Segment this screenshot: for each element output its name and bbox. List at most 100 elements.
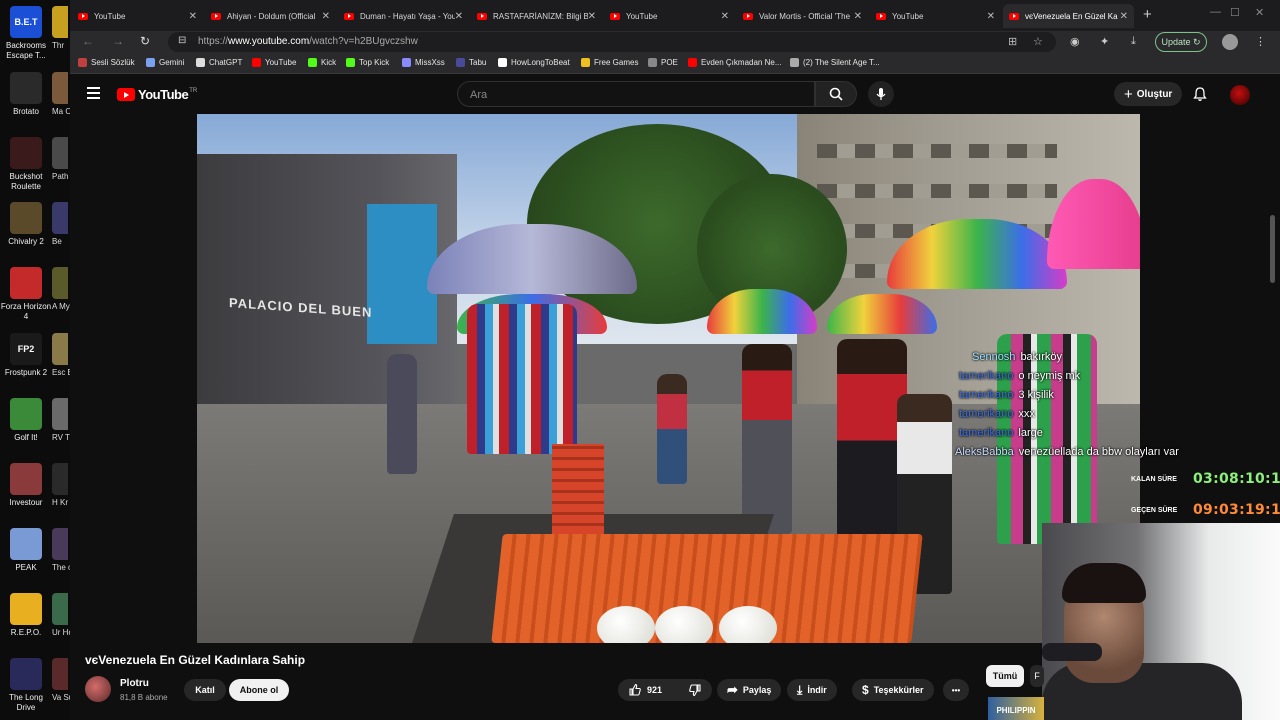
bookmark-item[interactable]: ChatGPT bbox=[196, 58, 242, 67]
browser-tab[interactable]: YouTube ✕ bbox=[72, 4, 203, 28]
more-actions-button[interactable]: ••• bbox=[943, 679, 969, 701]
desktop-icon[interactable]: The Long Drive bbox=[0, 658, 52, 713]
bookmark-favicon-icon bbox=[790, 58, 799, 67]
tab-close-icon[interactable]: ✕ bbox=[322, 11, 330, 22]
browser-tab[interactable]: Valor Mortis - Official 'The ✕ bbox=[737, 4, 868, 28]
download-icon[interactable]: ⤓ bbox=[1131, 35, 1136, 48]
desktop-icon[interactable]: Buckshot Roulette bbox=[0, 137, 52, 192]
tab-label: Duman - Hayatı Yaşa - You bbox=[360, 11, 455, 21]
desktop-icon-label: Chivalry 2 bbox=[8, 237, 44, 246]
browser-tab[interactable]: RASTAFARİANİZM: Bilgi B ✕ bbox=[471, 4, 602, 28]
extension-gamepad-icon[interactable]: ◉ bbox=[1070, 35, 1080, 48]
search-button[interactable] bbox=[815, 81, 857, 107]
bookmark-item[interactable]: POE bbox=[648, 58, 678, 67]
chat-message: tamerikano o neymiş mk bbox=[959, 370, 1080, 382]
youtube-favicon-icon bbox=[78, 12, 88, 20]
bookmark-item[interactable]: Evden Çıkmadan Ne... bbox=[688, 58, 781, 67]
share-button[interactable]: ➦ Paylaş bbox=[717, 679, 782, 701]
desktop-icon[interactable]: B.E.T Backrooms Escape T... bbox=[0, 6, 52, 61]
account-avatar[interactable] bbox=[1230, 85, 1250, 105]
desktop-icon[interactable]: PEAK bbox=[0, 528, 52, 573]
browser-tab[interactable]: YouTube ✕ bbox=[604, 4, 735, 28]
bookmark-item[interactable]: (2) The Silent Age T... bbox=[790, 58, 880, 67]
update-button[interactable]: Update ↻ bbox=[1155, 32, 1207, 52]
bookmark-item[interactable]: Kick bbox=[308, 58, 336, 67]
chat-text: bakırköy bbox=[1020, 351, 1063, 363]
page-scrollbar[interactable] bbox=[1270, 215, 1275, 283]
share-icon: ➦ bbox=[727, 682, 738, 697]
tab-close-icon[interactable]: ✕ bbox=[1120, 11, 1128, 22]
thumbs-down-icon bbox=[689, 684, 701, 697]
like-button[interactable]: 921 bbox=[628, 683, 662, 697]
tab-close-icon[interactable]: ✕ bbox=[455, 11, 463, 22]
recommended-thumbnail[interactable]: PHILIPPIN bbox=[988, 697, 1044, 720]
create-button[interactable]: + Oluştur bbox=[1114, 82, 1183, 106]
browser-tab[interactable]: Ahiyan - Doldum (Official ✕ bbox=[205, 4, 336, 28]
site-info-icon[interactable]: ⊟ bbox=[178, 35, 186, 46]
youtube-favicon-icon bbox=[743, 12, 753, 20]
new-tab-button[interactable]: + bbox=[1143, 6, 1152, 23]
video-egg bbox=[655, 606, 713, 643]
bookmark-item[interactable]: Sesli Sözlük bbox=[78, 58, 135, 67]
bookmark-item[interactable]: Top Kick bbox=[346, 58, 389, 67]
maximize-icon[interactable]: ☐ bbox=[1230, 6, 1240, 19]
bookmark-favicon-icon bbox=[308, 58, 317, 67]
chat-message: tamerikano 3 kişilik bbox=[959, 389, 1054, 401]
desktop-icon[interactable]: Forza Horizon 4 bbox=[0, 267, 52, 322]
subscribe-button[interactable]: Abone ol bbox=[229, 679, 289, 701]
desktop-icon[interactable]: Brotato bbox=[0, 72, 52, 117]
browser-tab[interactable]: YouTube ✕ bbox=[870, 4, 1001, 28]
bookmark-item[interactable]: YouTube bbox=[252, 58, 296, 67]
back-icon[interactable]: ← bbox=[82, 34, 94, 48]
minimize-icon[interactable]: — bbox=[1210, 6, 1221, 18]
tab-close-icon[interactable]: ✕ bbox=[189, 11, 197, 22]
bookmark-item[interactable]: Free Games bbox=[581, 58, 638, 67]
bookmark-item[interactable]: Tabu bbox=[456, 58, 486, 67]
bookmark-label: YouTube bbox=[265, 58, 297, 67]
profile-avatar[interactable] bbox=[1222, 34, 1238, 50]
close-window-icon[interactable]: ✕ bbox=[1255, 6, 1264, 19]
bookmark-item[interactable]: Gemini bbox=[146, 58, 184, 67]
address-bar[interactable]: ⊟ https://www.youtube.com/watch?v=h2BUgv… bbox=[168, 32, 1056, 52]
tab-close-icon[interactable]: ✕ bbox=[588, 11, 596, 22]
desktop-icon[interactable]: Chivalry 2 bbox=[0, 202, 52, 247]
desktop-icon[interactable]: Golf It! bbox=[0, 398, 52, 443]
extensions-icon[interactable]: ✦ bbox=[1100, 35, 1109, 48]
tab-close-icon[interactable]: ✕ bbox=[854, 11, 862, 22]
notifications-button[interactable] bbox=[1192, 86, 1208, 107]
youtube-logo[interactable]: YouTube TR bbox=[117, 87, 197, 102]
bookmark-star-icon[interactable]: ☆ bbox=[1033, 35, 1043, 48]
desktop-icon[interactable]: Investour bbox=[0, 463, 52, 508]
thanks-button[interactable]: $ Teşekkürler bbox=[852, 679, 934, 701]
browser-tab[interactable]: Duman - Hayatı Yaşa - You ✕ bbox=[338, 4, 469, 28]
install-app-icon[interactable]: ⊞ bbox=[1008, 35, 1017, 48]
guide-menu-icon[interactable] bbox=[87, 87, 100, 102]
forward-icon[interactable]: → bbox=[112, 34, 124, 48]
chip-next[interactable]: F bbox=[1030, 665, 1044, 687]
bookmark-label: Free Games bbox=[594, 58, 639, 67]
desktop-icon[interactable]: R.E.P.O. bbox=[0, 593, 52, 638]
tab-close-icon[interactable]: ✕ bbox=[721, 11, 729, 22]
reload-icon[interactable]: ↻ bbox=[140, 34, 150, 48]
tab-close-icon[interactable]: ✕ bbox=[987, 11, 995, 22]
search-input[interactable]: Ara bbox=[457, 81, 815, 107]
channel-name[interactable]: Plotru bbox=[120, 678, 149, 689]
channel-avatar[interactable] bbox=[85, 676, 111, 702]
chat-text: xxx bbox=[1018, 408, 1035, 420]
microphone-icon bbox=[876, 88, 886, 100]
menu-icon[interactable]: ⋮ bbox=[1255, 35, 1266, 48]
chip-all[interactable]: Tümü bbox=[986, 665, 1024, 687]
bookmark-item[interactable]: HowLongToBeat bbox=[498, 58, 570, 67]
video-egg bbox=[719, 606, 777, 643]
desktop-icon[interactable]: FP2 Frostpunk 2 bbox=[0, 333, 52, 378]
dislike-button[interactable] bbox=[688, 683, 702, 697]
download-arrow-icon: ⤓ bbox=[797, 682, 803, 697]
join-button[interactable]: Katıl bbox=[184, 679, 226, 701]
voice-search-button[interactable] bbox=[868, 81, 894, 107]
browser-tab[interactable]: vєVenezuela En Güzel Ka ✕ bbox=[1003, 4, 1134, 28]
download-button[interactable]: ⤓ İndir bbox=[787, 679, 837, 701]
desktop-icon-label: Buckshot Roulette bbox=[9, 172, 43, 191]
chat-username: tamerikano bbox=[959, 370, 1014, 382]
bookmark-item[interactable]: MissXss bbox=[402, 58, 445, 67]
desktop-icon-image bbox=[10, 202, 42, 234]
